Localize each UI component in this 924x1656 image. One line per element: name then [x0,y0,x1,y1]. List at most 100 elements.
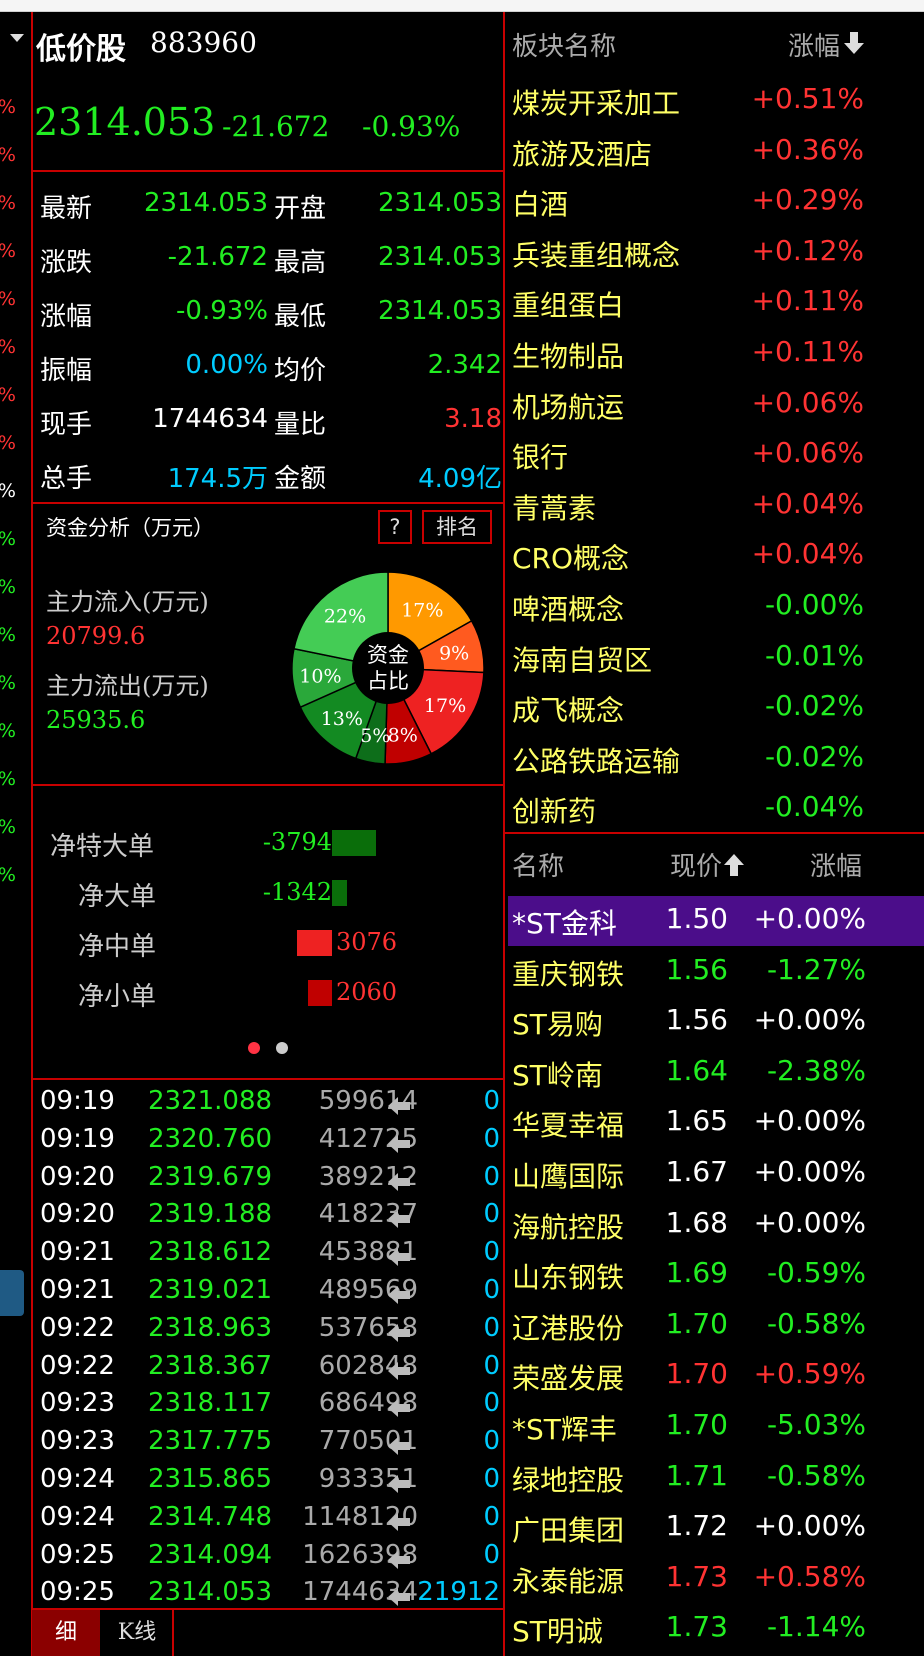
quote-open-label: 开盘 [274,194,327,224]
page-dot-active[interactable] [248,1042,260,1054]
tick-time: 09:22 [40,1312,115,1343]
sector-name[interactable]: 机场航运 [512,386,624,426]
sector-name[interactable]: 成飞概念 [512,689,624,729]
rank-button[interactable]: 排名 [422,510,492,544]
sector-name[interactable]: 兵装重组概念 [512,234,680,274]
partial-pct-value: 0% [0,768,16,790]
index-price: 2314.053 [34,100,216,144]
sector-name[interactable]: 生物制品 [512,335,624,375]
tick-row: 09:23 2317.775 770501 0 [40,1426,502,1464]
tick-time: 09:24 [40,1501,115,1532]
stock-row[interactable]: *ST辉丰 1.70 -5.03% [508,1402,924,1452]
stock-row[interactable]: 重庆钢铁 1.56 -1.27% [508,947,924,997]
pie-center-text-1: 资金 [367,643,409,667]
sector-header-pct[interactable]: 涨幅 [788,26,840,63]
tick-row: 09:20 2319.188 418237 0 [40,1199,502,1237]
sector-header-name[interactable]: 板块名称 [512,26,616,63]
quote-amount-label: 金额 [274,464,327,494]
stock-row[interactable]: 山东钢铁 1.69 -0.59% [508,1250,924,1300]
partial-pct-value: 5% [0,336,16,358]
stock-row[interactable]: 永泰能源 1.73 +0.58% [508,1554,924,1604]
divider-header [32,170,504,172]
stock-price: 1.71 [665,1458,728,1492]
stock-name: ST明诚 [512,1615,603,1649]
help-button[interactable]: ? [378,510,412,544]
sector-name[interactable]: 旅游及酒店 [512,133,652,173]
window-top-bar [0,0,924,12]
tick-row: 09:19 2321.088 599614 0 [40,1086,502,1124]
stock-header-price[interactable]: 现价 [670,846,722,883]
sector-pct: +0.04% [751,537,864,571]
stock-row[interactable]: ST岭南 1.64 -2.38% [508,1048,924,1098]
sector-pct: -0.04% [764,790,864,824]
sector-name[interactable]: 白酒 [512,183,568,223]
quote-low-label: 最低 [274,302,327,332]
sector-name[interactable]: CRO概念 [512,537,629,577]
sort-up-icon[interactable] [722,852,746,878]
page-dot[interactable] [276,1042,288,1054]
tick-row: 09:19 2320.760 412725 0 [40,1124,502,1162]
stock-pct: +0.58% [753,1559,866,1593]
stock-row[interactable]: 山鹰国际 1.67 +0.00% [508,1149,924,1199]
stock-name: 绿地控股 [512,1463,625,1497]
tab-detail[interactable]: 细 [32,1610,100,1656]
quote-latest-label: 最新 [40,194,93,224]
tab-kline[interactable]: K线 [102,1610,172,1656]
dropdown-caret-icon[interactable] [10,34,24,42]
tick-count: 0 [483,1199,500,1230]
sector-name[interactable]: 啤酒概念 [512,588,624,628]
sector-pct: +0.11% [751,284,864,318]
sector-pct: +0.11% [751,335,864,368]
sector-pct: +0.29% [751,183,864,217]
sector-name[interactable]: 青蒿素 [512,487,596,527]
stock-header-name[interactable]: 名称 [512,846,564,883]
stock-row[interactable]: 海航控股 1.68 +0.00% [508,1200,924,1250]
tick-price: 2314.748 [148,1501,273,1532]
sector-name[interactable]: 煤炭开采加工 [512,82,680,122]
side-expand-button[interactable] [0,1270,24,1316]
sector-pct: -0.02% [764,739,864,773]
tick-count: 0 [483,1275,500,1305]
sector-name[interactable]: 公路铁路运输 [512,740,680,780]
net-order-bar-negative [332,830,376,856]
quote-open: 2314.053 [377,188,502,218]
quote-latest: 2314.053 [143,188,268,218]
fund-analysis-title: 资金分析（万元） [46,516,214,540]
stock-header-pct[interactable]: 涨幅 [810,846,862,883]
net-order-label: 净大单 [78,882,157,912]
fund-ratio-pie: 17% 9% 17% 8%5%13% 10% 22% 资金 占比 [291,571,485,765]
stock-row-selected[interactable]: *ST金科 1.50 +0.00% [508,896,924,946]
stock-name: 永泰能源 [512,1564,625,1598]
partial-pct-value: 7% [0,288,16,310]
tick-row: 09:21 2319.021 489569 0 [40,1275,502,1313]
stock-row[interactable]: 华夏幸福 1.65 +0.00% [508,1098,924,1148]
sector-name[interactable]: 银行 [512,436,568,476]
stock-row[interactable]: ST易购 1.56 +0.00% [508,997,924,1047]
quote-total: 174.5万 [167,464,268,494]
pie-slice-label: 22% [324,605,366,627]
stock-row[interactable]: ST明诚 1.73 -1.14% [508,1604,924,1654]
tick-time: 09:24 [40,1464,115,1494]
index-change-pct: -0.93% [362,110,461,143]
sector-name[interactable]: 创新药 [512,790,596,830]
tick-time: 09:22 [40,1350,115,1381]
sort-down-icon[interactable] [842,30,866,56]
partial-pct-value: 2% [0,432,16,454]
stock-price: 1.68 [665,1205,728,1239]
stock-row[interactable]: 荣盛发展 1.70 +0.59% [508,1351,924,1401]
sector-pct: +0.06% [751,436,864,470]
tab-divider [172,1610,174,1656]
stock-price: 1.70 [665,1306,728,1340]
stock-name: 广田集团 [512,1514,625,1548]
sector-pct: +0.51% [751,82,864,115]
sector-name[interactable]: 重组蛋白 [512,284,624,324]
stock-row[interactable]: 绿地控股 1.71 -0.58% [508,1453,924,1503]
stock-row[interactable]: 辽港股份 1.70 -0.58% [508,1301,924,1351]
stock-row[interactable]: 广田集团 1.72 +0.00% [508,1503,924,1553]
quote-pct: -0.93% [176,296,268,326]
sector-name[interactable]: 海南自贸区 [512,639,652,679]
partial-pct-value: 0% [0,192,16,214]
stock-pct: -1.14% [766,1610,866,1644]
main-outflow-value: 25935.6 [46,706,146,734]
stock-price: 1.73 [665,1610,728,1644]
